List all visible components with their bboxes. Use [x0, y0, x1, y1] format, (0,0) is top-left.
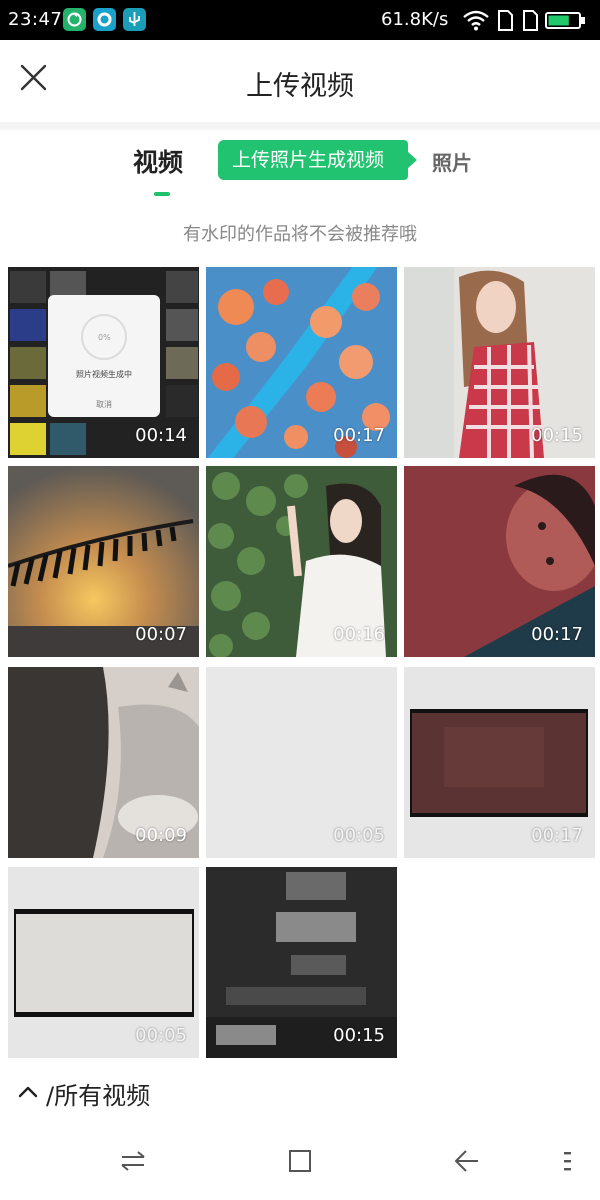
nav-menu-button[interactable]	[555, 1146, 585, 1176]
video-duration: 00:05	[135, 1025, 187, 1046]
switch-icon	[121, 1151, 145, 1171]
video-thumbnail[interactable]: 00:09	[8, 667, 199, 858]
nav-home-button[interactable]	[285, 1146, 315, 1176]
video-thumbnail[interactable]: 00:15	[206, 867, 397, 1058]
video-duration: 00:07	[135, 624, 187, 645]
watermark-hint: 有水印的作品将不会被推荐哦	[183, 224, 417, 245]
home-square-icon	[289, 1150, 311, 1172]
video-thumbnail[interactable]: 00:17	[206, 267, 397, 458]
tab-photo[interactable]: 照片	[432, 147, 472, 176]
album-selector[interactable]: /所有视频	[0, 1066, 600, 1120]
video-thumbnail[interactable]: 00:07	[8, 466, 199, 657]
video-thumbnail[interactable]: 00:16	[206, 466, 397, 657]
progress-cancel-button[interactable]: 取消	[96, 399, 112, 410]
progress-percent: 0%	[98, 333, 111, 342]
video-duration: 00:17	[531, 825, 583, 846]
video-thumbnail[interactable]: 00:05	[206, 667, 397, 858]
video-duration: 00:15	[333, 1025, 385, 1046]
back-arrow-icon	[455, 1150, 478, 1172]
battery-icon	[545, 12, 585, 29]
menu-dots-icon	[564, 1152, 571, 1171]
system-nav-bar	[0, 1120, 600, 1200]
page-title: 上传视频	[246, 71, 354, 102]
progress-message: 照片视频生成中	[76, 370, 132, 379]
usb-icon	[123, 8, 146, 31]
bird-app-icon	[93, 8, 116, 31]
chevron-up-icon	[18, 1086, 38, 1098]
album-label: /所有视频	[46, 1082, 151, 1110]
video-duration: 00:09	[135, 825, 187, 846]
sync-app-icon	[63, 8, 86, 31]
network-speed: 61.8K/s	[381, 9, 449, 30]
tab-video[interactable]: 视频	[133, 143, 183, 179]
sim2-icon	[523, 10, 538, 31]
video-duration: 00:15	[531, 425, 583, 446]
sim1-icon	[498, 10, 513, 31]
status-time: 23:47	[8, 9, 63, 30]
wifi-icon	[463, 10, 489, 31]
video-thumbnail[interactable]: 00:17	[404, 466, 595, 657]
video-duration: 00:17	[531, 624, 583, 645]
video-duration: 00:16	[333, 624, 385, 645]
photo-to-video-tooltip[interactable]: 上传照片生成视频	[218, 140, 417, 180]
video-duration: 00:17	[333, 425, 385, 446]
video-duration: 00:05	[333, 825, 385, 846]
video-thumbnail[interactable]: 00:05	[8, 867, 199, 1058]
tab-active-indicator	[154, 192, 170, 196]
video-thumbnail[interactable]: 00:17	[404, 667, 595, 858]
nav-switch-button[interactable]	[118, 1146, 148, 1176]
video-duration: 00:14	[135, 425, 187, 446]
status-bar: 23:47 61.8K/s	[0, 0, 600, 40]
nav-back-button[interactable]	[452, 1146, 482, 1176]
video-thumbnail[interactable]: 0% 照片视频生成中 取消 00:14	[8, 267, 199, 458]
header-divider	[0, 122, 600, 130]
video-thumbnail[interactable]: 00:15	[404, 267, 595, 458]
top-bar: 上传视频	[0, 40, 600, 122]
